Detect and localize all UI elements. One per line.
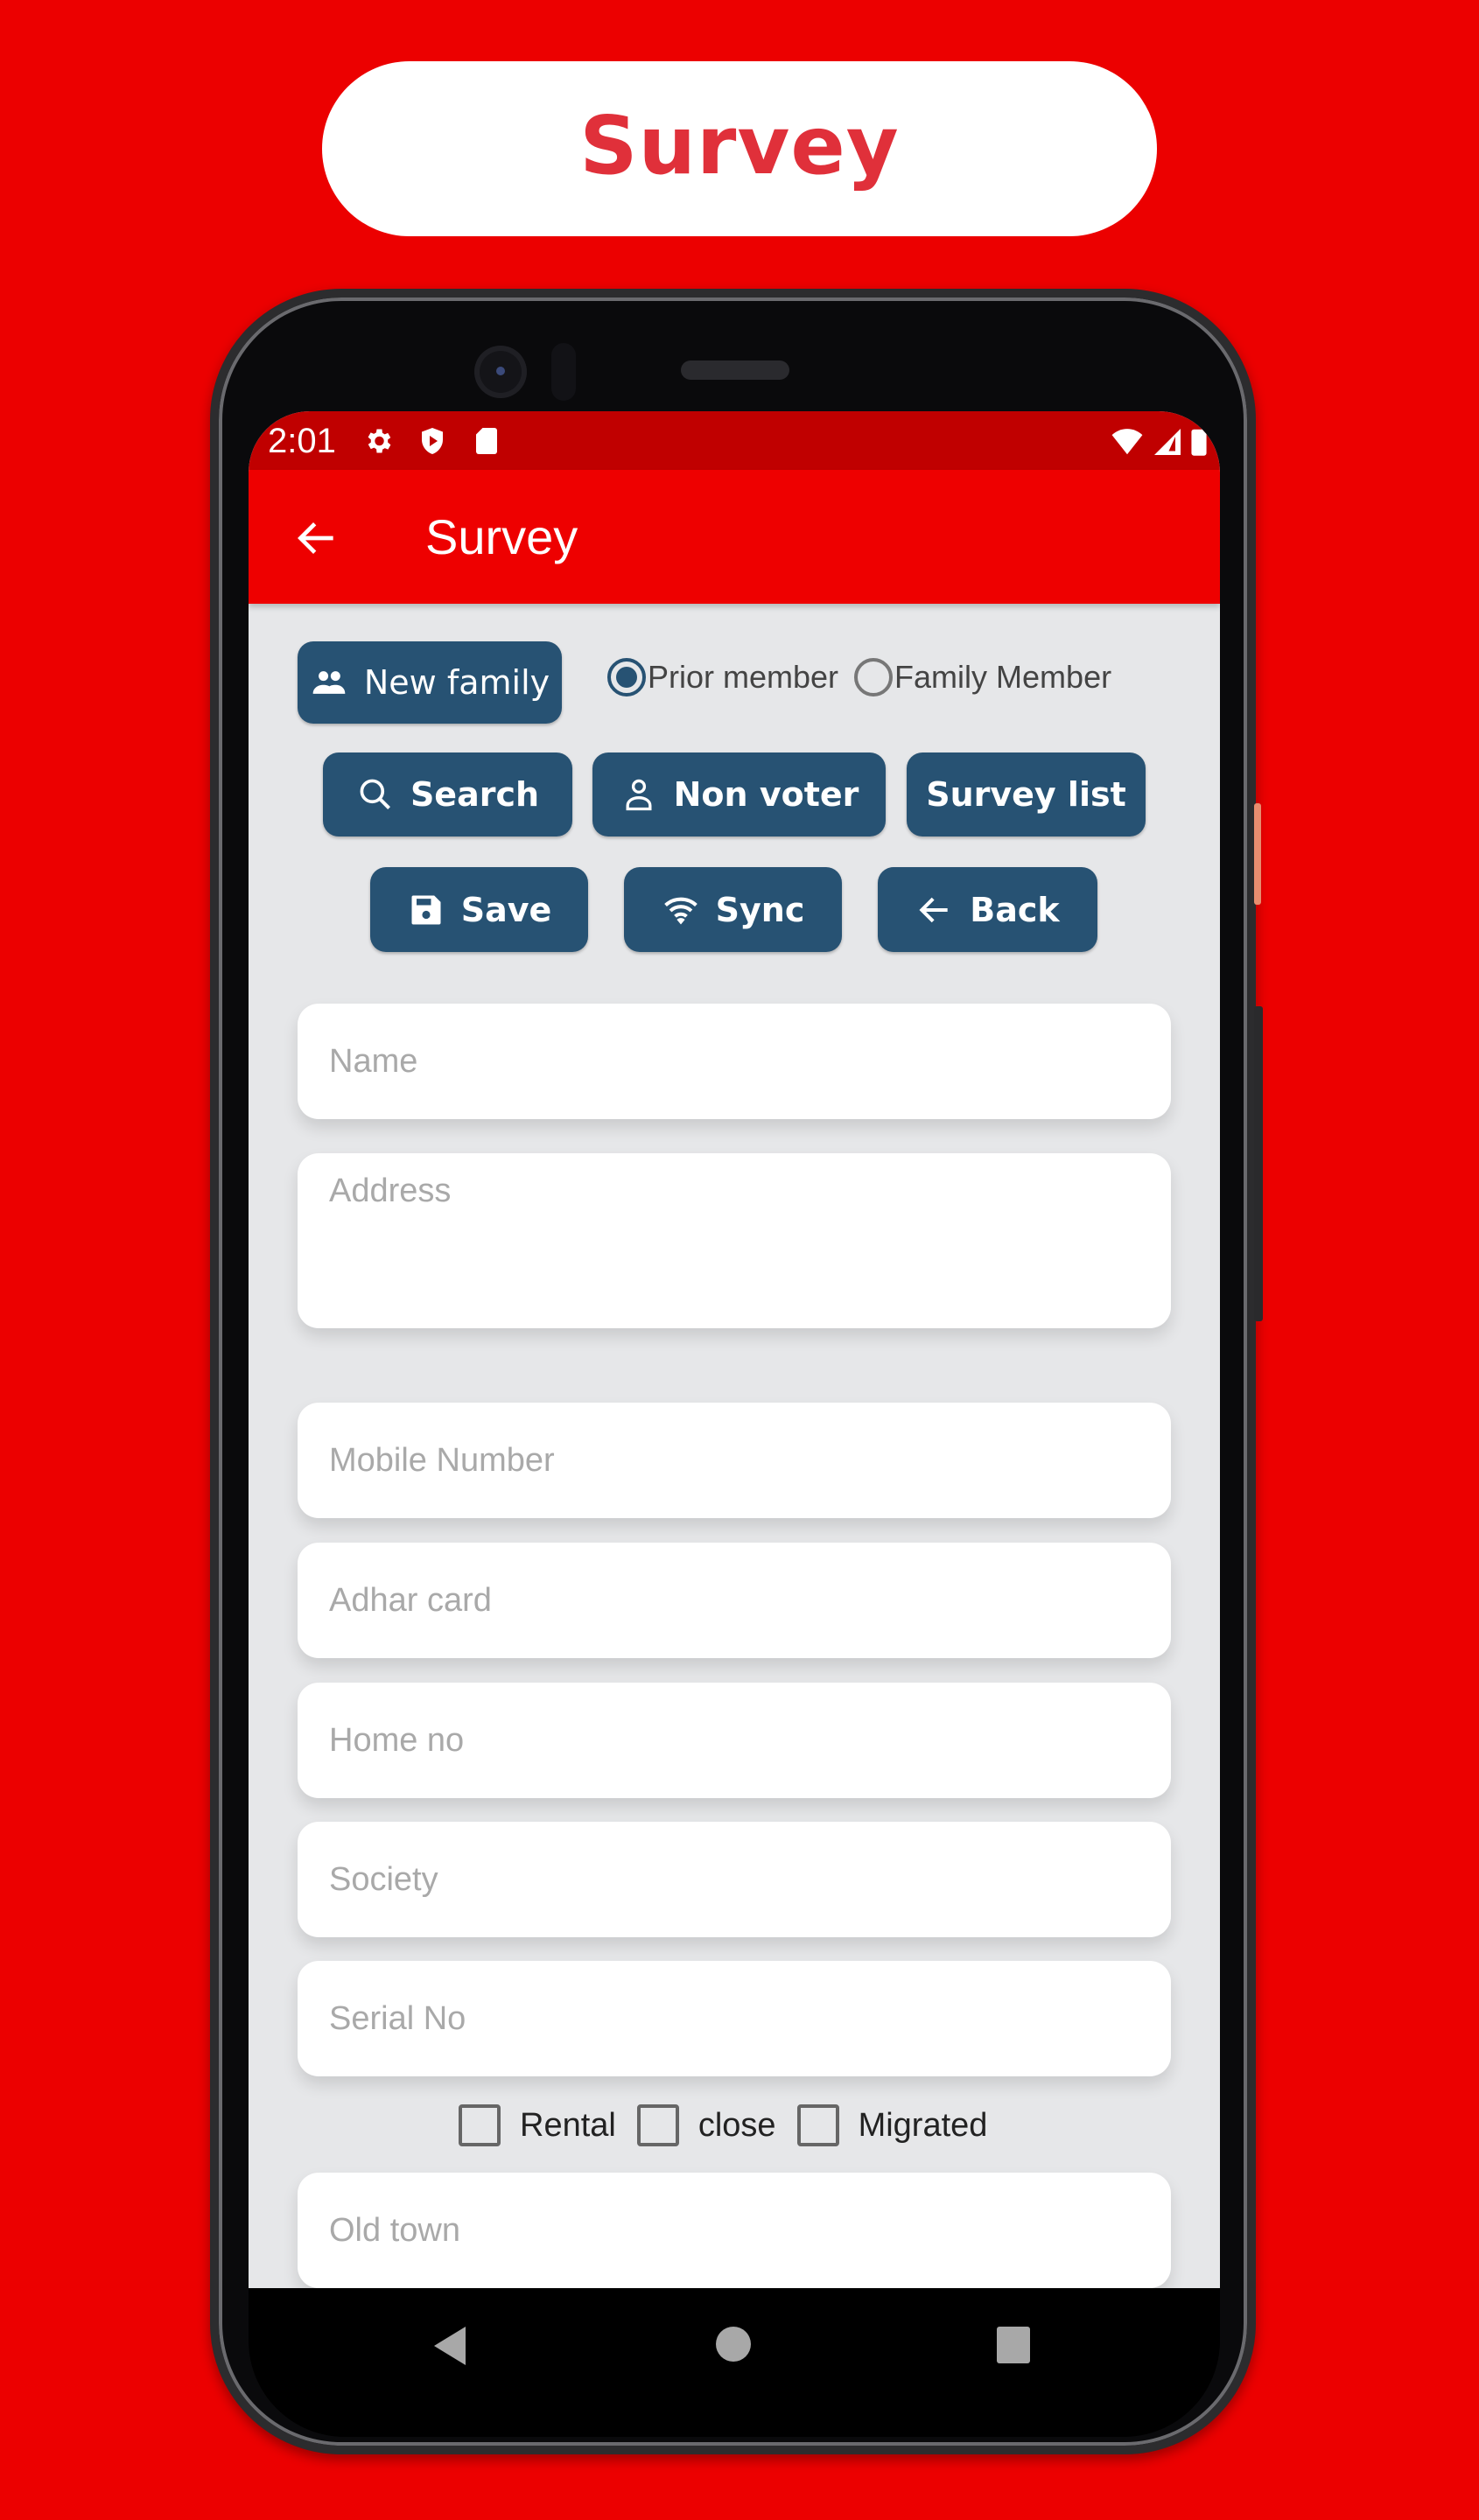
nav-home-icon[interactable] <box>716 2327 751 2362</box>
address-input[interactable] <box>298 1153 1171 1328</box>
close-label: close <box>697 2106 776 2144</box>
non-voter-label: Non voter <box>673 775 859 814</box>
save-icon <box>411 895 441 924</box>
radio-prior-member[interactable] <box>607 658 646 696</box>
nav-back-icon[interactable] <box>434 2327 466 2365</box>
status-bar: 2:01 <box>249 411 1220 470</box>
back-button[interactable]: Back <box>878 867 1097 952</box>
society-input[interactable] <box>298 1822 1171 1937</box>
person-icon <box>626 779 652 811</box>
back-arrow-icon[interactable] <box>292 514 341 563</box>
group-icon <box>312 671 346 694</box>
promo-title: Survey <box>579 98 900 192</box>
member-type-radio-group: Prior member Family Member <box>607 658 1127 696</box>
home-no-input[interactable] <box>298 1683 1171 1798</box>
nav-recents-icon[interactable] <box>997 2327 1030 2363</box>
wifi-icon <box>1110 425 1145 463</box>
promo-title-pill: Survey <box>322 61 1157 236</box>
mobile-number-input[interactable] <box>298 1403 1171 1518</box>
name-input[interactable] <box>298 1004 1171 1119</box>
radio-family-member-label: Family Member <box>894 659 1112 695</box>
app-bar-title: Survey <box>425 509 578 564</box>
app-bar: Survey <box>249 470 1220 604</box>
back-label: Back <box>970 890 1060 929</box>
search-button[interactable]: Search <box>323 752 572 836</box>
status-time: 2:01 <box>268 422 336 460</box>
migrated-checkbox[interactable] <box>796 2104 839 2146</box>
save-button[interactable]: Save <box>370 867 588 952</box>
phone-volume-button <box>1254 1006 1263 1321</box>
migrated-label: Migrated <box>858 2106 988 2144</box>
non-voter-button[interactable]: Non voter <box>592 752 886 836</box>
sync-button[interactable]: Sync <box>624 867 842 952</box>
phone-side-button <box>1254 803 1261 905</box>
shield-play-icon <box>417 425 448 457</box>
adhar-card-input[interactable] <box>298 1543 1171 1658</box>
gear-icon <box>362 425 394 457</box>
search-label: Search <box>410 775 540 814</box>
new-family-label: New family <box>363 663 550 702</box>
serial-no-input[interactable] <box>298 1961 1171 2076</box>
sd-card-icon <box>471 425 502 457</box>
status-checkbox-group: Rental close Migrated <box>459 2104 1008 2146</box>
survey-list-label: Survey list <box>926 775 1126 814</box>
search-icon <box>360 779 390 810</box>
battery-icon <box>1190 425 1208 463</box>
wifi-icon <box>663 897 697 924</box>
phone-screen: 2:01 Survey New family Prior member Fami… <box>249 411 1220 2288</box>
old-town-input[interactable] <box>298 2173 1171 2288</box>
survey-list-button[interactable]: Survey list <box>907 752 1146 836</box>
close-checkbox[interactable] <box>636 2104 679 2146</box>
save-label: Save <box>460 890 552 929</box>
rental-checkbox[interactable] <box>459 2104 501 2146</box>
earpiece-speaker <box>681 360 789 380</box>
front-camera <box>474 346 527 398</box>
system-nav-bar <box>249 2288 1220 2437</box>
arrow-left-icon <box>919 897 948 922</box>
new-family-button[interactable]: New family <box>298 641 562 724</box>
rental-label: Rental <box>520 2106 616 2144</box>
radio-family-member[interactable] <box>854 658 894 696</box>
signal-icon <box>1152 425 1183 463</box>
radio-prior-member-label: Prior member <box>648 659 839 695</box>
sync-label: Sync <box>715 890 805 929</box>
proximity-sensor <box>551 343 576 401</box>
